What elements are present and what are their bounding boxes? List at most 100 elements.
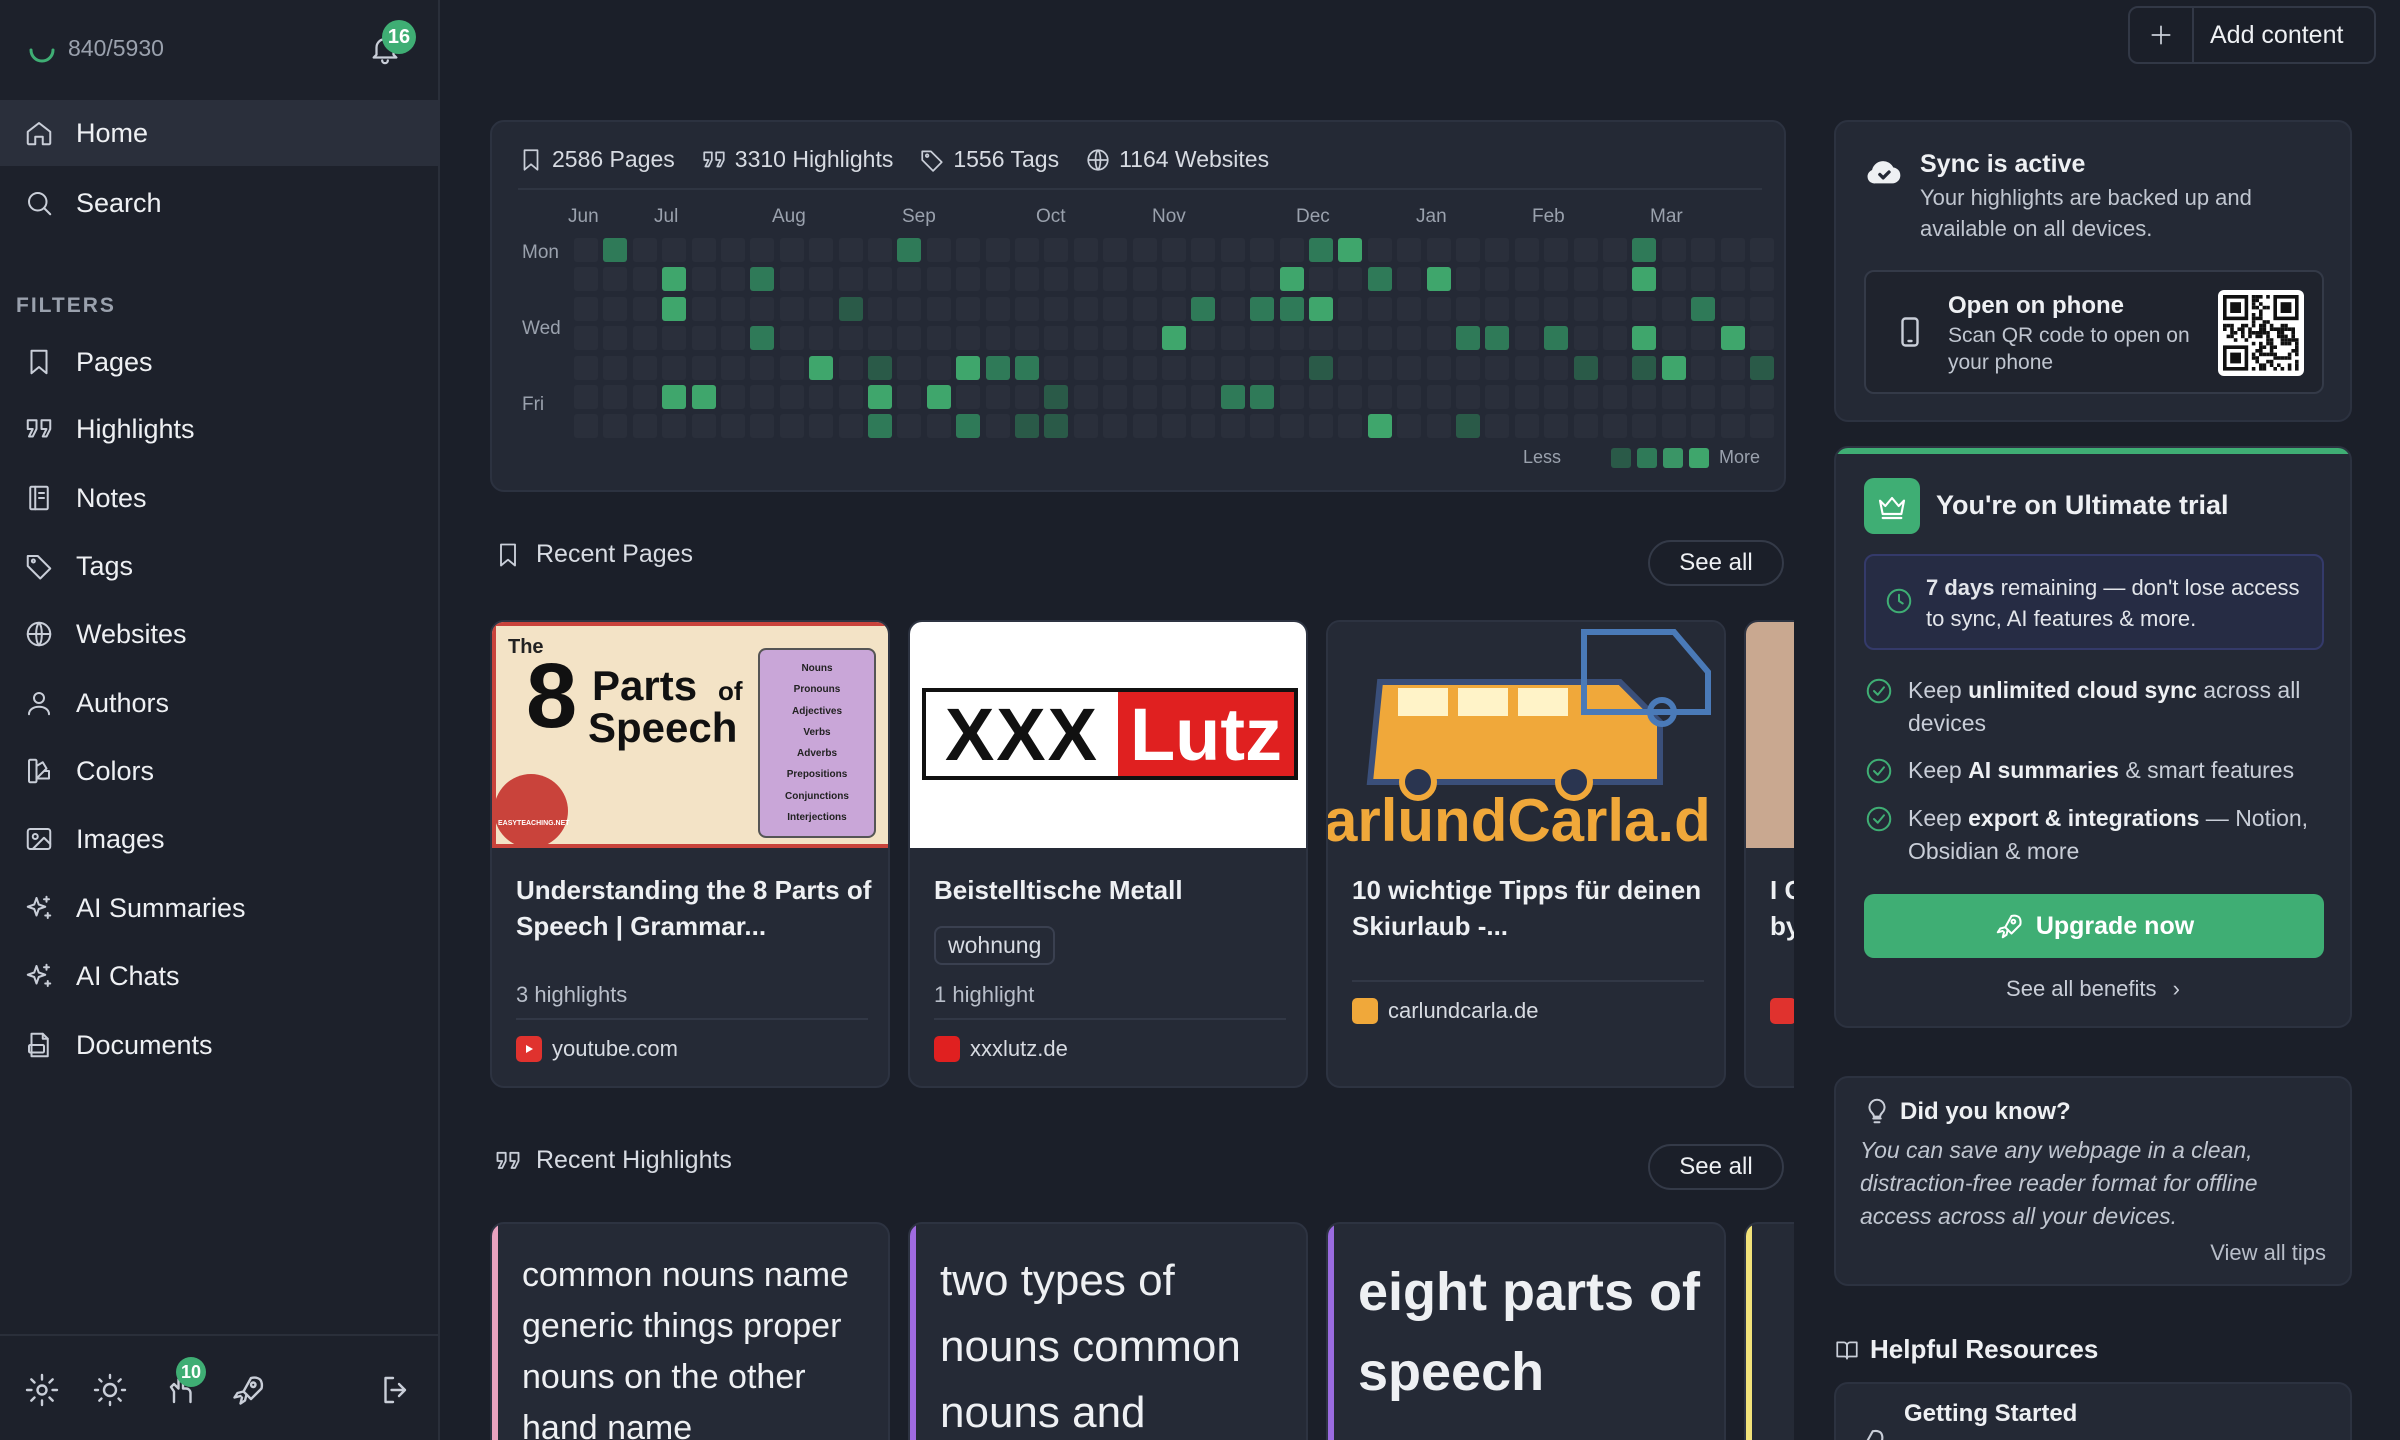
- heatmap-cell[interactable]: [779, 267, 804, 292]
- heatmap-cell[interactable]: [1162, 267, 1186, 292]
- heatmap-cell[interactable]: [1573, 414, 1598, 439]
- heatmap-cell[interactable]: [1661, 385, 1686, 409]
- heatmap-cell[interactable]: [1397, 385, 1422, 409]
- heatmap-cell[interactable]: [1279, 326, 1304, 351]
- heatmap-cell[interactable]: [721, 267, 745, 292]
- heatmap-cell[interactable]: [1603, 267, 1627, 292]
- heatmap-cell[interactable]: [985, 385, 1010, 409]
- heatmap-cell[interactable]: [868, 355, 892, 380]
- filter-authors[interactable]: Authors: [0, 670, 440, 736]
- heatmap-cell[interactable]: [1661, 326, 1686, 351]
- heatmap-cell[interactable]: [809, 296, 834, 321]
- heatmap-cell[interactable]: [1191, 267, 1216, 292]
- heatmap-cell[interactable]: [1661, 238, 1686, 262]
- heatmap-cell[interactable]: [1132, 238, 1157, 262]
- heatmap-cell[interactable]: [750, 414, 775, 439]
- heatmap-cell[interactable]: [1544, 326, 1569, 351]
- heatmap-cell[interactable]: [1485, 296, 1510, 321]
- heatmap-cell[interactable]: [779, 326, 804, 351]
- heatmap-cell[interactable]: [603, 296, 628, 321]
- filter-ai-chats[interactable]: AI Chats: [0, 943, 440, 1009]
- page-card[interactable]: I C by: [1744, 620, 1794, 1088]
- heatmap-cell[interactable]: [779, 238, 804, 262]
- heatmap-cell[interactable]: [1544, 296, 1569, 321]
- heatmap-cell[interactable]: [1309, 326, 1333, 351]
- heatmap-cell[interactable]: [574, 238, 598, 262]
- heatmap-cell[interactable]: [662, 355, 687, 380]
- heatmap-cell[interactable]: [1720, 355, 1745, 380]
- heatmap-cell[interactable]: [1573, 385, 1598, 409]
- heatmap-cell[interactable]: [1750, 326, 1774, 351]
- heatmap-cell[interactable]: [1103, 414, 1128, 439]
- stat-websites[interactable]: 1164 Websites: [1085, 146, 1269, 173]
- heatmap-cell[interactable]: [1279, 238, 1304, 262]
- heatmap-cell[interactable]: [1191, 414, 1216, 439]
- stat-pages[interactable]: 2586 Pages: [518, 146, 675, 173]
- heatmap-cell[interactable]: [1691, 326, 1716, 351]
- heatmap-cell[interactable]: [1250, 326, 1275, 351]
- heatmap-cell[interactable]: [868, 326, 892, 351]
- heatmap-cell[interactable]: [1132, 296, 1157, 321]
- heatmap-cell[interactable]: [1397, 414, 1422, 439]
- heatmap-cell[interactable]: [603, 238, 628, 262]
- heatmap-cell[interactable]: [1250, 414, 1275, 439]
- heatmap-cell[interactable]: [1162, 355, 1186, 380]
- heatmap-cell[interactable]: [1720, 385, 1745, 409]
- heatmap-cell[interactable]: [1691, 238, 1716, 262]
- heatmap-cell[interactable]: [838, 355, 863, 380]
- heatmap-cell[interactable]: [662, 267, 687, 292]
- heatmap-cell[interactable]: [1632, 267, 1657, 292]
- heatmap-cell[interactable]: [1691, 414, 1716, 439]
- filter-highlights[interactable]: Highlights: [0, 396, 440, 462]
- heatmap-cell[interactable]: [1162, 296, 1186, 321]
- heatmap-cell[interactable]: [1456, 296, 1480, 321]
- heatmap-cell[interactable]: [985, 267, 1010, 292]
- heatmap-cell[interactable]: [1426, 326, 1451, 351]
- heatmap-cell[interactable]: [1191, 385, 1216, 409]
- heatmap-cell[interactable]: [1397, 238, 1422, 262]
- heatmap-cell[interactable]: [574, 385, 598, 409]
- heatmap-cell[interactable]: [1485, 355, 1510, 380]
- heatmap-cell[interactable]: [1132, 385, 1157, 409]
- heatmap-cell[interactable]: [1132, 326, 1157, 351]
- heatmap-cell[interactable]: [1456, 355, 1480, 380]
- heatmap-cell[interactable]: [1220, 385, 1245, 409]
- heatmap-cell[interactable]: [1573, 267, 1598, 292]
- heatmap-cell[interactable]: [1162, 385, 1186, 409]
- heatmap-cell[interactable]: [1015, 238, 1039, 262]
- heatmap-cell[interactable]: [1456, 238, 1480, 262]
- heatmap-cell[interactable]: [574, 355, 598, 380]
- heatmap-cell[interactable]: [1044, 385, 1069, 409]
- heatmap-cell[interactable]: [897, 267, 922, 292]
- heatmap-cell[interactable]: [632, 414, 657, 439]
- heatmap-cell[interactable]: [662, 385, 687, 409]
- heatmap-cell[interactable]: [603, 355, 628, 380]
- heatmap-cell[interactable]: [632, 267, 657, 292]
- heatmap-cell[interactable]: [721, 296, 745, 321]
- heatmap-cell[interactable]: [1338, 414, 1363, 439]
- filter-ai-summaries[interactable]: AI Summaries: [0, 875, 440, 941]
- heatmap-cell[interactable]: [809, 385, 834, 409]
- heatmap-cell[interactable]: [1132, 355, 1157, 380]
- heatmap-cell[interactable]: [1073, 238, 1098, 262]
- heatmap-cell[interactable]: [926, 326, 951, 351]
- heatmap-cell[interactable]: [691, 267, 716, 292]
- heatmap-cell[interactable]: [1544, 267, 1569, 292]
- heatmap-cell[interactable]: [1426, 296, 1451, 321]
- heatmap-cell[interactable]: [809, 326, 834, 351]
- filter-notes[interactable]: Notes: [0, 465, 440, 531]
- see-all-pages-button[interactable]: See all: [1648, 540, 1784, 586]
- heatmap-cell[interactable]: [897, 414, 922, 439]
- heatmap-cell[interactable]: [985, 414, 1010, 439]
- heatmap-cell[interactable]: [1514, 238, 1539, 262]
- heatmap-cell[interactable]: [1162, 414, 1186, 439]
- heatmap-cell[interactable]: [1456, 326, 1480, 351]
- heatmap-cell[interactable]: [779, 355, 804, 380]
- heatmap-cell[interactable]: [1603, 385, 1627, 409]
- heatmap-cell[interactable]: [1367, 267, 1392, 292]
- heatmap-cell[interactable]: [750, 385, 775, 409]
- heatmap-cell[interactable]: [750, 355, 775, 380]
- heatmap-cell[interactable]: [1426, 414, 1451, 439]
- heatmap-cell[interactable]: [721, 355, 745, 380]
- heatmap-cell[interactable]: [1132, 414, 1157, 439]
